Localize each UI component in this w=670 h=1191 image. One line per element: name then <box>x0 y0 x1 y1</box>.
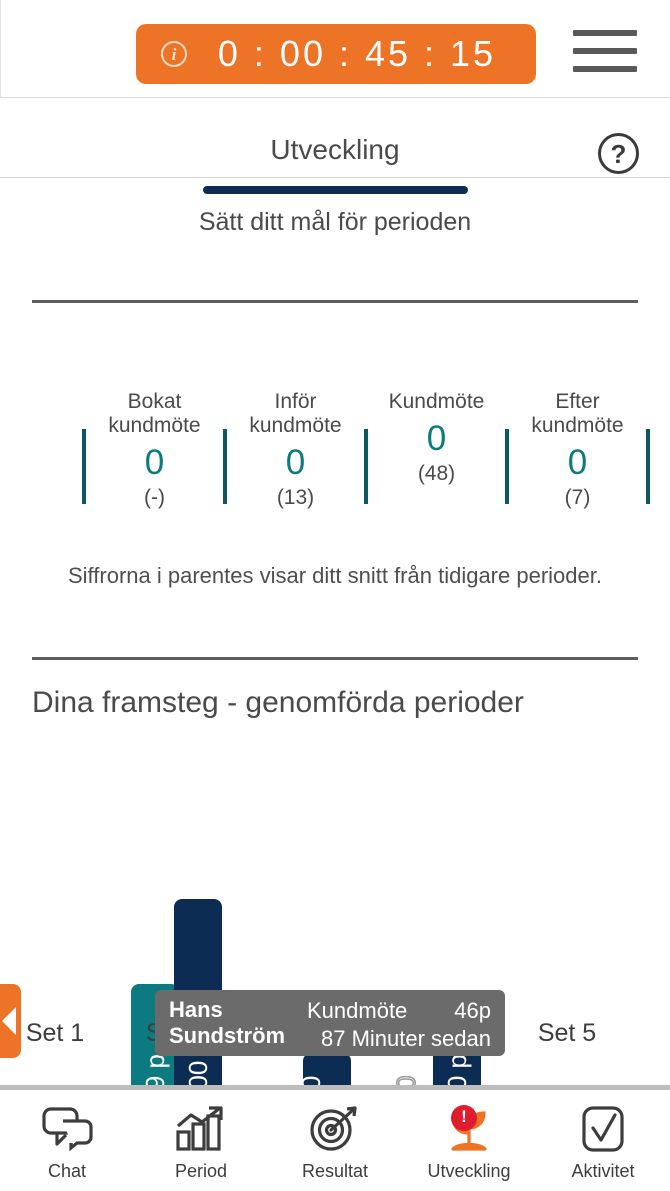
goal-caption: Sätt ditt mål för perioden <box>198 208 472 236</box>
nav-item-resultat[interactable]: Resultat <box>268 1090 402 1191</box>
nav-item-aktivitet[interactable]: Aktivitet <box>536 1090 670 1191</box>
nav-label: Period <box>174 1161 228 1181</box>
checkbox-check-icon <box>577 1103 629 1155</box>
topbar-left-edge <box>0 0 1 98</box>
stat-label: Inför kundmöte <box>249 390 342 437</box>
stats-note: Siffrorna i parentes visar ditt snitt fr… <box>68 563 602 588</box>
hamburger-line <box>573 66 637 72</box>
section-divider-bottom <box>32 657 638 660</box>
stat-value: 0 <box>567 443 588 482</box>
section-divider-top <box>32 300 638 303</box>
stat-value: 0 <box>144 443 165 482</box>
nav-label: Resultat <box>301 1161 369 1181</box>
status-badge: ! <box>451 1105 477 1131</box>
stat-average: (13) <box>276 486 315 509</box>
page-header: Utveckling <box>0 98 670 178</box>
bottom-navigation: Chat Period Resultat ! Utveckling Aktivi… <box>0 1088 670 1191</box>
sprout-plant-icon: ! <box>443 1103 495 1155</box>
bar-chart-arrow-icon <box>175 1103 227 1155</box>
stat-average: (48) <box>417 462 456 485</box>
chart-x-label-set5: Set 5 <box>537 1019 597 1047</box>
stat-label: Bokat kundmöte <box>108 390 201 437</box>
stats-row: Bokat kundmöte 0 (-) Inför kundmöte 0 (1… <box>0 390 670 530</box>
chat-bubbles-icon <box>41 1103 93 1155</box>
hamburger-line <box>573 30 637 36</box>
nav-item-utveckling[interactable]: ! Utveckling <box>402 1090 536 1191</box>
chart-title: Dina framsteg - genomförda perioder <box>32 686 524 719</box>
stat-average: (7) <box>564 486 591 509</box>
chevron-left-icon <box>2 1007 16 1035</box>
target-dart-icon <box>309 1103 361 1155</box>
nav-label: Aktivitet <box>571 1161 635 1181</box>
nav-item-period[interactable]: Period <box>134 1090 268 1191</box>
tooltip-timestamp: 87 Minuter sedan <box>321 1026 491 1051</box>
hamburger-menu-icon[interactable] <box>573 30 637 72</box>
goal-progress-bar[interactable] <box>203 186 468 194</box>
timer-value: 0 : 00 : 45 : 15 <box>217 33 497 74</box>
stat-value: 0 <box>426 419 447 458</box>
hamburger-line <box>573 48 637 54</box>
question-mark-icon[interactable]: ? <box>598 133 639 174</box>
stat-cell[interactable]: Bokat kundmöte 0 (-) <box>84 390 225 510</box>
previous-period-tab[interactable] <box>0 984 21 1058</box>
tooltip-person-name: Hans Sundström <box>169 997 286 1048</box>
nav-label: Utveckling <box>427 1161 511 1181</box>
tooltip-points: 46p <box>454 998 491 1023</box>
nav-item-chat[interactable]: Chat <box>0 1090 134 1191</box>
top-bar: i 0 : 00 : 45 : 15 <box>0 0 670 98</box>
activity-tooltip[interactable]: Hans Sundström Kundmöte 46p 87 Minuter s… <box>155 990 505 1056</box>
stat-value: 0 <box>285 443 306 482</box>
stat-label: Efter kundmöte <box>531 390 624 437</box>
nav-label: Chat <box>47 1161 87 1181</box>
stat-cell[interactable]: Efter kundmöte 0 (7) <box>507 390 648 510</box>
session-timer[interactable]: i 0 : 00 : 45 : 15 <box>136 24 536 84</box>
stat-cell[interactable]: Inför kundmöte 0 (13) <box>225 390 366 510</box>
app-root: i 0 : 00 : 45 : 15 Utveckling ? Sätt dit… <box>0 0 670 1191</box>
stat-cell[interactable]: Kundmöte 0 (48) <box>366 390 507 486</box>
page-title: Utveckling <box>270 134 400 165</box>
tooltip-activity-type: Kundmöte <box>307 998 408 1023</box>
stat-average: (-) <box>144 486 165 509</box>
stat-label: Kundmöte <box>388 390 485 413</box>
